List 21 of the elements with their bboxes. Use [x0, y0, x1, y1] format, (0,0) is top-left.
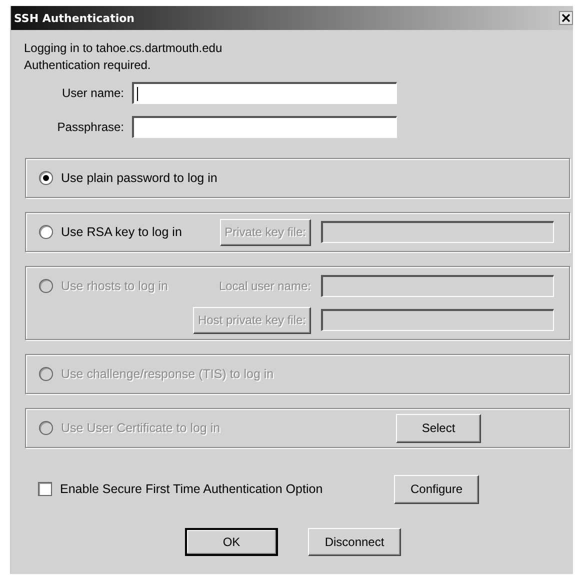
close-icon[interactable]	[559, 11, 573, 25]
info-text: Logging in to tahoe.cs.dartmouth.edu	[24, 40, 224, 57]
disconnect-button[interactable]: Disconnect	[308, 528, 401, 556]
field-label: User name:	[60, 86, 125, 100]
option-label: Use challenge/response (TIS) to log in	[61, 367, 274, 381]
checkbox[interactable]	[38, 482, 52, 496]
configure-button[interactable]: Configure	[394, 474, 479, 504]
radio-button[interactable]	[39, 171, 53, 185]
info-text: Authentication required.	[24, 57, 152, 74]
field-label: Local user name:	[218, 279, 311, 293]
checkbox-label: Enable Secure First Time Authentication Option	[60, 482, 323, 496]
option-label: Use rhosts to log in	[61, 279, 168, 293]
option-label: Use RSA key to log in	[61, 225, 182, 239]
field-label: Passphrase:	[56, 120, 125, 134]
radio-button[interactable]	[39, 225, 53, 239]
option-label: Use plain password to log in	[61, 171, 218, 185]
input-field[interactable]	[132, 116, 397, 138]
option-label: Use User Certificate to log in	[61, 421, 220, 435]
ok-button[interactable]: OK	[185, 528, 278, 556]
input-field[interactable]	[132, 82, 397, 104]
window-title: SSH Authentication	[14, 12, 135, 24]
